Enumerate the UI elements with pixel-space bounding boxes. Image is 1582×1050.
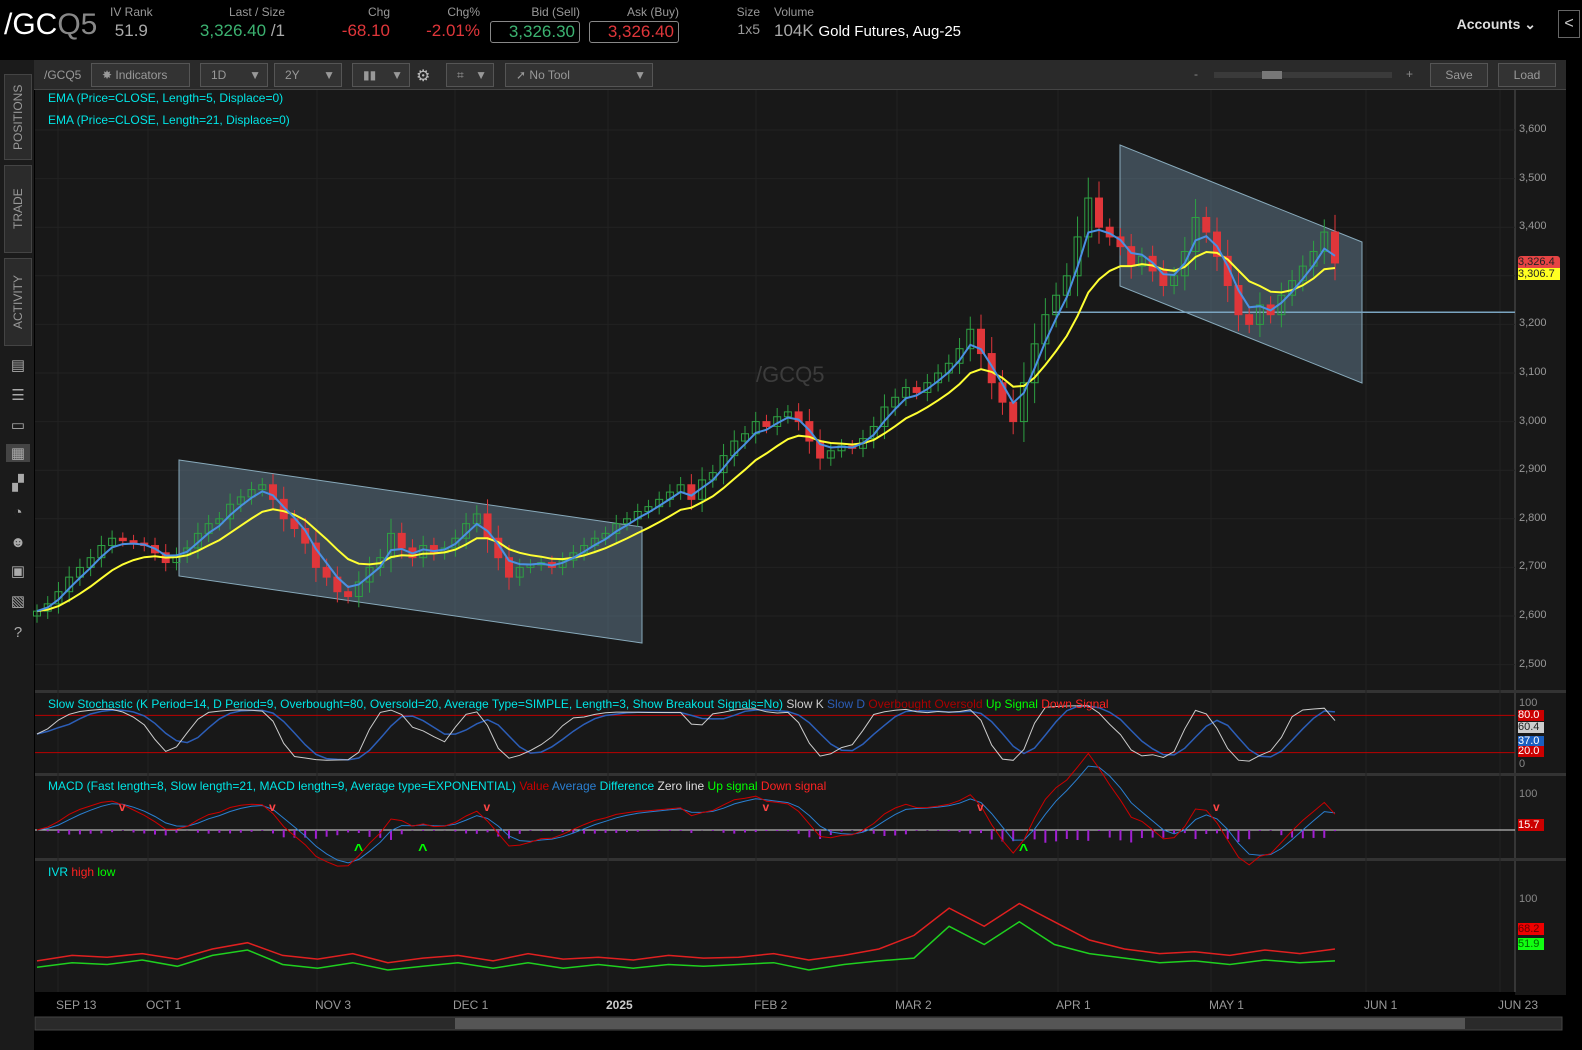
panel-divider[interactable] [35,858,1566,861]
candle-down [762,421,771,427]
legend-value: Value [519,779,550,793]
price-tick-label: 2,800 [1519,511,1547,524]
stochastic-label: Slow Stochastic (K Period=14, D Period=9… [48,697,783,711]
legend-slow-k: Slow K [786,697,824,711]
date-label: MAY 1 [1209,998,1244,1012]
macd-label: MACD (Fast length=8, Slow length=21, MAC… [48,779,517,793]
date-label: 2025 [606,998,633,1012]
candle-down [1095,197,1103,228]
price-tick-label: 3,000 [1519,414,1547,427]
price-tick-label: 3,600 [1519,123,1547,135]
last-price-tag: 3,326.4 [1518,256,1560,268]
ivr-label: IVR [48,865,69,879]
candle-down [1009,401,1018,423]
chart-area[interactable] [0,0,1582,1050]
candle-down [311,542,320,568]
price-tick-label: 2,500 [1519,657,1547,670]
date-label: APR 1 [1056,998,1091,1012]
up-signal-arrow: ^ [1018,842,1029,859]
panel-divider[interactable] [35,690,1566,693]
date-label: DEC 1 [453,998,489,1012]
stochastic-legend: Slow Stochastic (K Period=14, D Period=9… [48,697,1109,711]
up-signal-arrow: ^ [353,842,364,859]
candle-down [912,387,921,393]
legend-oversold: Oversold [934,697,983,711]
price-tick-label: 3,500 [1519,171,1547,184]
panel-bg [35,861,1515,992]
candle-down [344,591,353,598]
legend-up-signal: Up Signal [985,697,1038,711]
down-signal-arrow: v [118,800,126,814]
down-signal-arrow: v [269,800,276,814]
macd-legend: MACD (Fast length=8, Slow length=21, MAC… [48,779,826,793]
legend-slow-d: Slow D [827,697,866,711]
watermark: /GCQ5 [756,362,825,387]
date-label: NOV 3 [315,998,352,1012]
candle-down [1202,216,1211,233]
legend-up-signal: Up signal [707,779,758,793]
candle-down [987,353,996,384]
ema5-label: EMA (Price=CLOSE, Length=5, Displace=0) [48,91,284,105]
scrollbar-thumb[interactable] [455,1018,1465,1029]
legend-overbought: Overbought [868,697,932,711]
panel-divider[interactable] [35,773,1566,776]
stochastic-axis-label: 100 [1519,697,1538,709]
macd-axis-label: 100 [1519,788,1538,800]
stochastic-tag: 20.0 [1518,746,1544,757]
ivr-axis-label: 100 [1519,893,1538,905]
down-signal-arrow: v [1213,800,1220,814]
legend-difference: Difference [599,779,655,793]
date-label: SEP 13 [56,998,97,1012]
date-label: MAR 2 [895,998,932,1012]
price-tick-label: 3,100 [1519,366,1547,378]
candle-down [1331,231,1339,264]
date-label: JUN 23 [1498,998,1539,1012]
down-signal-arrow: v [977,800,984,814]
legend-down-signal: Down signal [760,779,827,793]
legend-average: Average [551,779,597,793]
ema-price-tag: 3,306.7 [1518,268,1560,280]
legend-down-signal: Down Signal [1041,697,1109,711]
stochastic-tag: 60.4 [1518,722,1544,733]
stochastic-tag: 80.0 [1518,710,1544,721]
candle-down [118,537,127,542]
candle-down [322,566,331,578]
date-label: OCT 1 [146,998,182,1012]
panel-bg [35,90,1515,690]
ivr-legend: IVR high low [48,865,115,879]
macd-tag: 15.7 [1518,819,1544,831]
legend-low: low [97,865,116,879]
price-tick-label: 2,900 [1519,463,1547,476]
price-tick-label: 3,400 [1519,220,1547,233]
down-signal-arrow: v [762,800,770,814]
date-label: FEB 2 [754,998,788,1012]
price-tick-label: 2,700 [1519,560,1547,573]
ivr-high-tag: 68.2 [1518,923,1544,935]
price-tick-label: 2,600 [1519,609,1547,621]
legend-zero-line: Zero line [657,779,705,793]
up-signal-arrow: ^ [418,842,428,859]
candle-down [397,532,406,549]
candle-down [1245,314,1254,325]
date-label: JUN 1 [1364,998,1398,1012]
candle-down [687,484,696,500]
stochastic-axis-label: 0 [1519,758,1526,770]
price-tick-label: 3,200 [1519,317,1547,330]
legend-high: high [71,865,95,879]
ivr-low-tag: 51.9 [1518,938,1544,950]
ema21-label: EMA (Price=CLOSE, Length=21, Displace=0) [48,113,290,127]
down-signal-arrow: v [483,800,491,814]
